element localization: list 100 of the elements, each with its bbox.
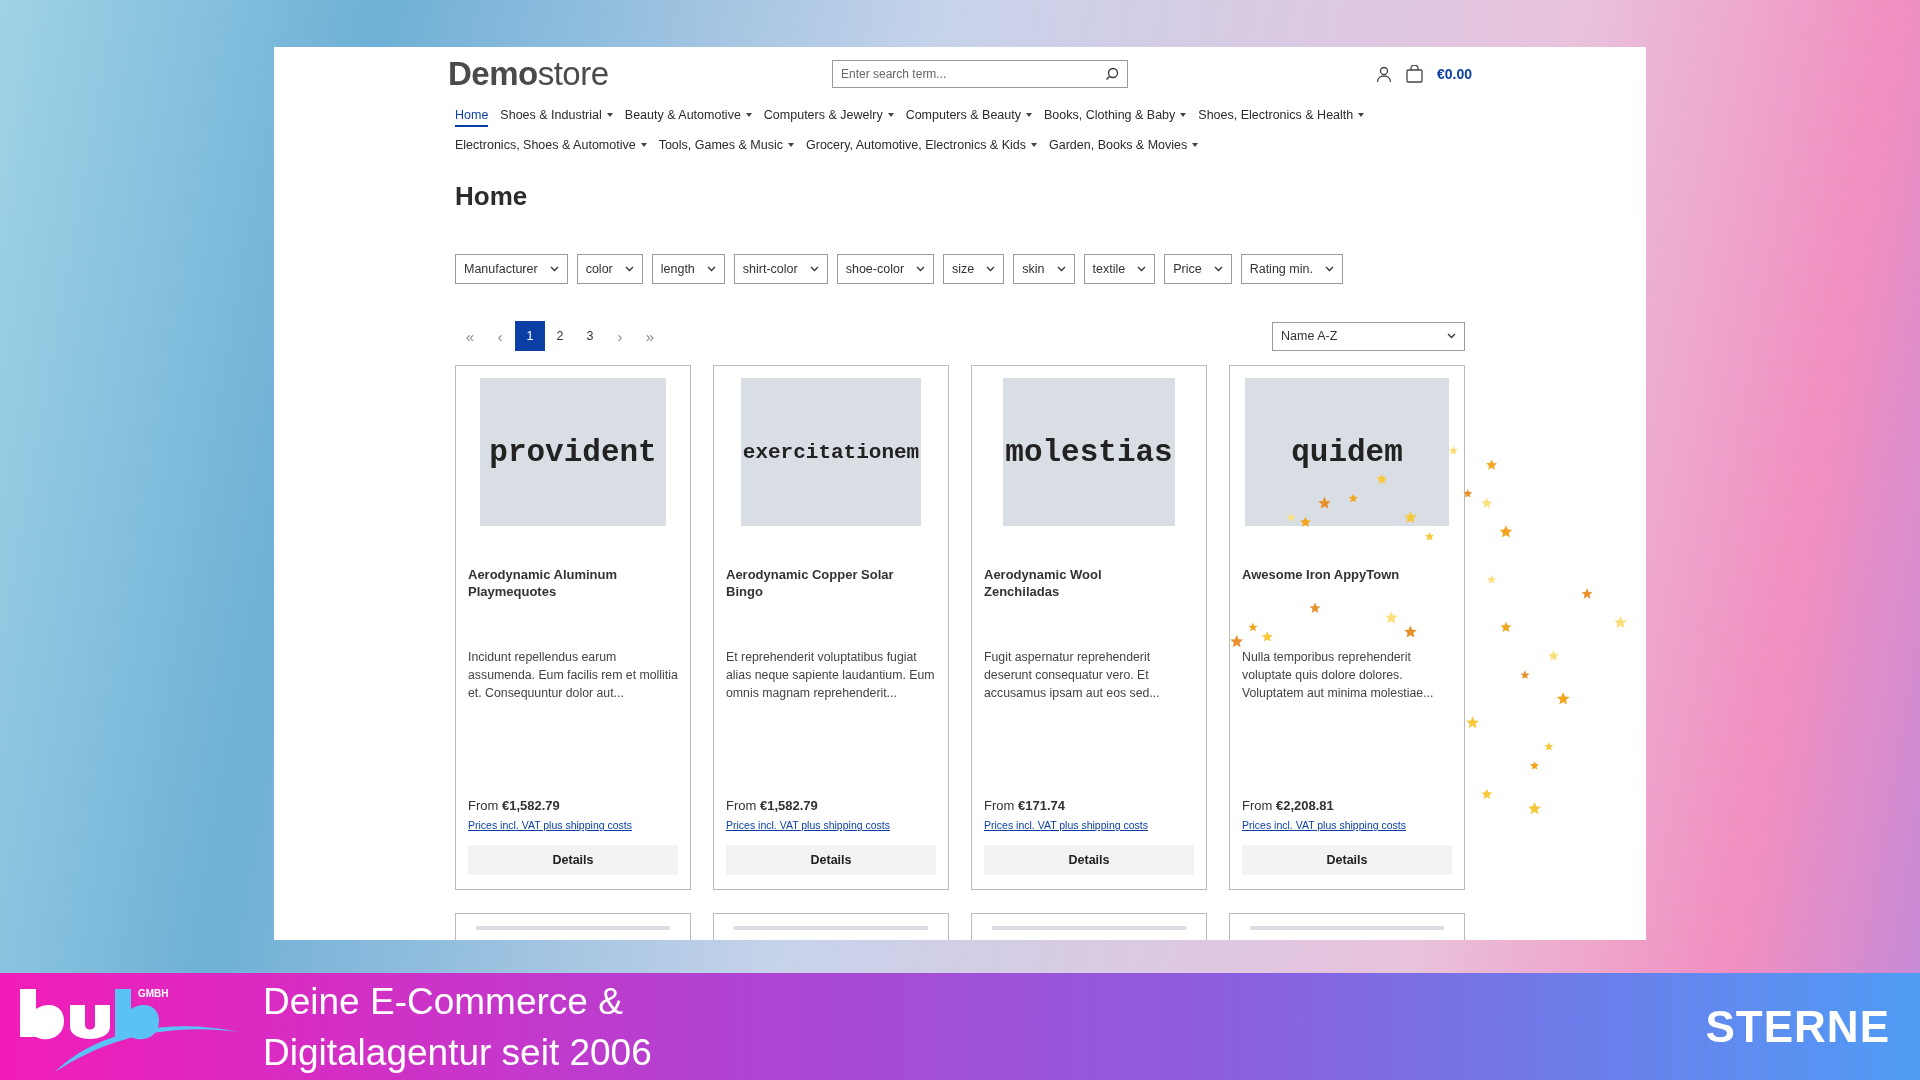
nav-link[interactable]: Grocery, Automotive, Electronics & Kids <box>806 135 1037 157</box>
nav-link[interactable]: Home <box>455 105 489 127</box>
brand-suffix: GMBH <box>138 988 169 999</box>
star-icon <box>1248 622 1258 632</box>
page-title: Home <box>455 181 529 212</box>
product-image: molestias <box>1003 378 1175 526</box>
product-name[interactable]: Aerodynamic Aluminum Playmequotes <box>468 566 678 648</box>
product-price: From €1,582.79 <box>726 798 819 813</box>
star-icon <box>1499 525 1513 538</box>
vat-link[interactable]: Prices incl. VAT plus shipping costs <box>726 819 936 831</box>
star-icon <box>1261 631 1273 642</box>
nav-link[interactable]: Shoes, Electronics & Health <box>1198 105 1365 127</box>
filter-dropdown[interactable]: shirt-color <box>733 254 828 284</box>
chevron-down-icon <box>1137 266 1147 272</box>
star-icon <box>1520 670 1530 679</box>
star-icon <box>1486 459 1498 470</box>
chevron-down-icon <box>1324 266 1334 272</box>
filter-dropdown[interactable]: shoe-color <box>836 254 935 284</box>
filter-dropdown[interactable]: skin <box>1013 254 1075 284</box>
product-name[interactable]: Aerodynamic Copper Solar Bingo <box>726 566 936 648</box>
user-icon[interactable] <box>1375 65 1392 83</box>
product-image: provident <box>480 378 666 526</box>
star-icon <box>1500 621 1512 633</box>
star-icon <box>1581 588 1593 599</box>
product-image: quidem <box>1245 378 1449 526</box>
details-button[interactable]: Details <box>726 845 936 875</box>
page-link[interactable]: 1 <box>515 321 545 351</box>
nav-link[interactable]: Tools, Games & Music <box>658 135 794 157</box>
chevron-down-icon <box>1056 266 1066 272</box>
nav-link[interactable]: Shoes & Industrial <box>500 105 613 127</box>
star-icon <box>1448 446 1458 455</box>
product-price: From €1,582.79 <box>468 798 561 813</box>
star-icon <box>1300 516 1311 528</box>
star-icon <box>1614 615 1627 629</box>
star-icon <box>1481 788 1493 800</box>
chevron-down-icon <box>1447 333 1456 339</box>
banner-label: STERNE <box>1705 1001 1890 1052</box>
star-icon <box>1348 493 1358 503</box>
chevron-down-icon <box>1213 266 1223 272</box>
filter-dropdown[interactable]: Rating min. <box>1240 254 1343 284</box>
star-icon <box>1466 716 1479 729</box>
vat-link[interactable]: Prices incl. VAT plus shipping costs <box>468 819 678 831</box>
details-button[interactable]: Details <box>468 845 678 875</box>
nav-link[interactable]: Electronics, Shoes & Automotive <box>455 135 647 157</box>
chevron-down-icon <box>916 266 926 272</box>
product-name[interactable]: Aerodynamic Wool Zenchiladas <box>984 566 1194 648</box>
logo[interactable]: Demostore <box>448 55 832 93</box>
star-icon <box>1384 611 1398 624</box>
search-icon[interactable] <box>1105 67 1119 81</box>
star-icon <box>1463 489 1473 498</box>
page-link[interactable]: 2 <box>545 321 575 351</box>
star-icon <box>1404 625 1417 638</box>
chevron-down-icon <box>706 266 716 272</box>
search-field[interactable]: Enter search term... <box>832 60 1128 88</box>
star-icon <box>1528 802 1541 815</box>
nav-link[interactable]: Computers & Beauty <box>905 105 1032 127</box>
filter-dropdown[interactable]: Price <box>1164 254 1232 284</box>
product-price: From €171.74 <box>984 798 1066 813</box>
chevron-down-icon <box>986 266 996 272</box>
product-name[interactable]: Awesome Iron AppyTown <box>1242 566 1452 648</box>
shopping-bag-icon[interactable] <box>1405 65 1423 83</box>
star-icon <box>1548 650 1560 661</box>
vat-link[interactable]: Prices incl. VAT plus shipping costs <box>984 819 1194 831</box>
star-icon <box>1318 496 1331 509</box>
details-button[interactable]: Details <box>984 845 1194 875</box>
page-link[interactable]: 3 <box>575 321 605 351</box>
product-description: Incidunt repellendus earum assumenda. Eum facilis rem et mollitia et. Consequuntur dolor aut... <box>468 649 678 702</box>
star-icon <box>1404 510 1417 524</box>
filter-dropdown[interactable]: length <box>651 254 725 284</box>
details-button[interactable]: Details <box>1242 845 1452 875</box>
star-icon <box>1230 635 1244 648</box>
star-icon <box>1309 602 1321 613</box>
star-icon <box>1487 574 1497 584</box>
star-icon <box>1286 512 1296 522</box>
star-icon <box>1376 473 1388 485</box>
star-icon <box>1544 741 1554 751</box>
cart-total[interactable]: €0.00 <box>1436 66 1472 82</box>
star-icon <box>1424 531 1435 541</box>
star-icon <box>1481 497 1493 508</box>
product-price: From €2,208.81 <box>1242 798 1335 813</box>
nav-link[interactable]: Computers & Jewelry <box>763 105 894 127</box>
product-image: exercitationem <box>741 378 921 526</box>
chevron-down-icon <box>809 266 819 272</box>
nav-link[interactable]: Garden, Books & Movies <box>1049 135 1199 157</box>
product-description: Et reprehenderit voluptatibus fugiat alias neque sapiente laudantium. Eum omnis magnam reprehenderit... <box>726 649 936 702</box>
star-icon <box>1556 692 1570 705</box>
product-description: Nulla temporibus reprehenderit voluptate quis dolore dolores. Voluptatem aut minima molestiae... <box>1242 649 1435 702</box>
nav-link[interactable]: Beauty & Automotive <box>624 105 752 127</box>
nav-link[interactable]: Books, Clothing & Baby <box>1044 105 1187 127</box>
filter-dropdown[interactable]: color <box>576 254 643 284</box>
sort-select[interactable]: Name A-Z <box>1272 321 1465 351</box>
vat-link[interactable]: Prices incl. VAT plus shipping costs <box>1242 819 1452 831</box>
filter-dropdown[interactable]: textile <box>1083 254 1156 284</box>
chevron-down-icon <box>549 266 559 272</box>
filter-dropdown[interactable]: Manufacturer <box>455 254 568 284</box>
filter-dropdown[interactable]: size <box>943 254 1005 284</box>
tagline: Deine E-Commerce & Digitalagentur seit 2006 <box>263 979 653 1075</box>
product-description: Fugit aspernatur reprehenderit deserunt consequatur vero. Et accusamus ipsam aut eos sed... <box>984 649 1161 702</box>
star-icon <box>1529 761 1540 770</box>
chevron-down-icon <box>624 266 634 272</box>
